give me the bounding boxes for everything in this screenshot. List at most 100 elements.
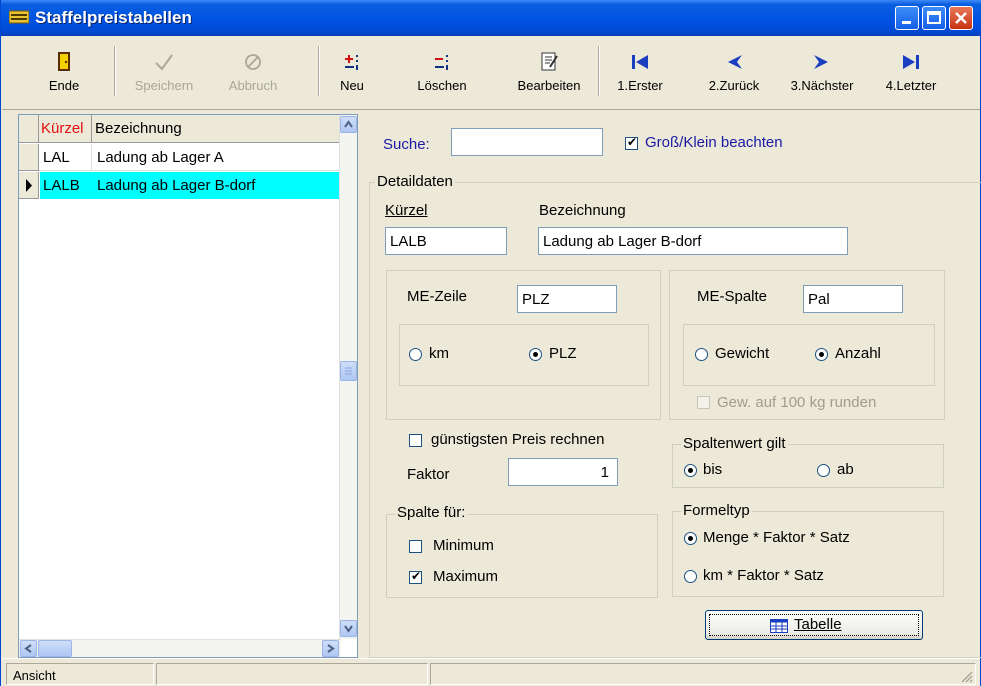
minimum-checkbox[interactable] — [409, 540, 422, 553]
radio-plz-label: PLZ — [549, 345, 577, 362]
title-bar[interactable]: Staffelpreistabellen — [1, 0, 981, 36]
search-input[interactable] — [451, 128, 603, 156]
search-label: Suche: — [383, 136, 430, 153]
maximum-checkbox[interactable]: ✔ — [409, 569, 422, 584]
table-row-selected[interactable]: LALB Ladung ab Lager B-dorf — [19, 172, 341, 199]
cheapest-price-checkbox[interactable] — [409, 434, 422, 447]
zurueck-button[interactable]: 2.Zurück — [698, 42, 770, 102]
checkmark-icon — [155, 54, 173, 71]
radio-plz[interactable] — [529, 348, 542, 361]
row-selector-header — [19, 115, 39, 143]
maximize-button[interactable] — [922, 6, 946, 30]
status-pane-2 — [156, 663, 428, 685]
formeltyp-legend: Formeltyp — [681, 502, 752, 519]
letzter-button[interactable]: 4.Letzter — [878, 42, 944, 102]
bezeichnung-label: Bezeichnung — [539, 202, 626, 219]
new-record-icon — [345, 55, 358, 70]
minimize-icon — [902, 21, 911, 24]
spalte-fuer-group — [386, 514, 658, 598]
radio-bis[interactable] — [684, 464, 697, 477]
tabelle-button[interactable]: Tabelle — [705, 610, 923, 640]
delete-record-icon — [435, 55, 448, 70]
scroll-up-button[interactable] — [340, 116, 357, 133]
scroll-right-icon — [327, 644, 335, 653]
naechster-button[interactable]: 3.Nächster — [782, 42, 862, 102]
loeschen-button[interactable]: Löschen — [406, 42, 478, 102]
scroll-thumb[interactable] — [340, 361, 357, 381]
radio-gewicht[interactable] — [695, 348, 708, 361]
erster-label: 1.Erster — [617, 78, 663, 93]
close-button[interactable] — [949, 6, 973, 30]
radio-km[interactable] — [409, 348, 422, 361]
scroll-right-button[interactable] — [322, 640, 339, 657]
cell-bezeichnung: Ladung ab Lager A — [97, 149, 224, 166]
cell-kuerzel: LALB — [43, 177, 80, 194]
ende-button[interactable]: Ende — [36, 42, 92, 102]
radio-anzahl[interactable] — [815, 348, 828, 361]
status-pane-3 — [430, 663, 976, 685]
table-icon — [770, 619, 788, 633]
radio-anzahl-label: Anzahl — [835, 345, 881, 362]
spalte-fuer-legend: Spalte für: — [395, 504, 468, 521]
radio-ab[interactable] — [817, 464, 830, 477]
records-grid[interactable]: Kürzel Bezeichnung LAL Ladung ab Lager A… — [18, 114, 358, 658]
speichern-button[interactable]: Speichern — [125, 42, 203, 102]
minimize-button[interactable] — [895, 6, 919, 30]
scroll-down-button[interactable] — [340, 620, 357, 637]
maximum-label: Maximum — [433, 568, 499, 585]
resize-grip-icon[interactable] — [959, 669, 973, 683]
row-selector[interactable] — [19, 144, 39, 171]
neu-button[interactable]: Neu — [330, 42, 374, 102]
toolbar-separator — [114, 46, 116, 96]
radio-km-label: km — [429, 345, 449, 362]
letzter-label: 4.Letzter — [885, 78, 937, 93]
close-icon — [955, 12, 967, 24]
radio-km-formula[interactable] — [684, 570, 697, 583]
case-sensitive-label: Groß/Klein beachten — [645, 134, 783, 151]
me-zeile-field[interactable]: PLZ — [517, 285, 617, 313]
column-header-bezeichnung[interactable]: Bezeichnung — [95, 120, 182, 137]
cell-bezeichnung: Ladung ab Lager B-dorf — [97, 177, 256, 194]
faktor-label: Faktor — [407, 466, 450, 483]
next-record-icon — [814, 55, 828, 69]
cell-kuerzel: LAL — [43, 149, 70, 166]
loeschen-label: Löschen — [417, 78, 467, 93]
faktor-field[interactable]: 1 — [508, 458, 618, 486]
me-spalte-label: ME-Spalte — [697, 288, 768, 305]
erster-button[interactable]: 1.Erster — [612, 42, 668, 102]
grip-icon — [345, 367, 352, 375]
bearbeiten-button[interactable]: Bearbeiten — [506, 42, 592, 102]
spaltenwert-legend: Spaltenwert gilt — [681, 435, 788, 452]
first-record-icon — [632, 55, 648, 69]
bearbeiten-label: Bearbeiten — [517, 78, 581, 93]
bezeichnung-field[interactable]: Ladung ab Lager B-dorf — [538, 227, 848, 255]
radio-km-formula-label: km * Faktor * Satz — [703, 567, 824, 584]
radio-ab-label: ab — [837, 461, 854, 478]
status-pane-mode: Ansicht — [6, 663, 154, 685]
scroll-left-button[interactable] — [20, 640, 37, 657]
zurueck-label: 2.Zurück — [708, 78, 760, 93]
last-record-icon — [903, 55, 919, 69]
table-row[interactable]: LAL Ladung ab Lager A — [19, 144, 341, 171]
abbruch-button[interactable]: Abbruch — [214, 42, 292, 102]
detail-panel: Suche: ✔ Groß/Klein beachten Detaildaten… — [361, 114, 981, 658]
horizontal-scrollbar[interactable] — [19, 639, 341, 657]
speichern-label: Speichern — [134, 78, 194, 93]
case-sensitive-checkbox[interactable]: ✔ — [625, 135, 638, 150]
status-bar: Ansicht — [2, 658, 980, 686]
round-100kg-checkbox[interactable] — [697, 396, 710, 409]
me-spalte-field[interactable]: Pal — [803, 285, 903, 313]
minimum-label: Minimum — [433, 537, 494, 554]
horizontal-scroll-thumb[interactable] — [38, 640, 72, 657]
app-window: Staffelpreistabellen Ende Speichern Abbr… — [0, 0, 981, 686]
radio-bis-label: bis — [703, 461, 723, 478]
formeltyp-group — [672, 511, 944, 597]
scroll-left-icon — [24, 644, 32, 653]
tabelle-label: Tabelle — [794, 616, 842, 633]
radio-menge-formula[interactable] — [684, 532, 697, 545]
detaildaten-legend: Detaildaten — [375, 173, 455, 190]
kuerzel-field[interactable]: LALB — [385, 227, 507, 255]
column-header-kuerzel[interactable]: Kürzel — [41, 120, 84, 137]
vertical-scrollbar[interactable] — [339, 115, 357, 639]
row-selector[interactable] — [19, 172, 39, 199]
